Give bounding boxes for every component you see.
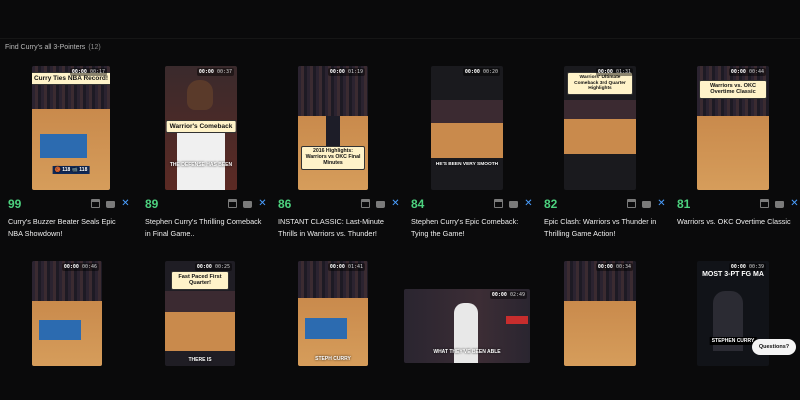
timestamp: 00:00 00:17 [69,68,107,76]
thumbnail-overlay-text: WHAT THEY'VE BEEN ABLE [433,349,501,355]
timestamp: 00:00 00:46 [61,263,99,271]
thumbnail-caption: Warriors vs. OKC Overtime Classic [699,80,767,99]
timestamp: 00:00 00:20 [462,68,500,76]
card-meta: 99 ✕ [8,197,132,211]
relevance-score: 99 [8,197,22,211]
video-thumbnail[interactable]: 00:00 00:34 [564,261,636,366]
video-thumbnail[interactable]: Warriors' Ultimate Comeback 3rd Quarter … [564,66,636,190]
timestamp: 00:00 01:19 [327,68,365,76]
video-thumbnail[interactable]: 00:00 00:46 [32,261,102,366]
video-card[interactable]: WHAT THEY'VE BEEN ABLE 00:00 02:49 [404,261,530,366]
thumbnail-caption: Warrior's Comeback [165,120,237,134]
video-title[interactable]: Curry's Buzzer Beater Seals Epic NBA Sho… [8,216,132,240]
close-icon[interactable]: ✕ [258,199,267,209]
close-icon[interactable]: ✕ [790,199,799,209]
thumbnail-overlay-text: STEPHEN CURRY [709,337,757,345]
calendar-icon[interactable] [627,199,636,208]
bag-icon[interactable] [376,201,385,208]
calendar-icon[interactable] [760,199,769,208]
timestamp: 00:00 00:25 [194,263,232,271]
calendar-icon[interactable] [494,199,503,208]
card-meta: 86 ✕ [278,197,402,211]
video-card[interactable]: 00:00 00:46 [8,261,132,366]
video-title[interactable]: Epic Clash: Warriors vs Thunder in Thril… [544,216,668,240]
video-thumbnail[interactable]: 2016 Highlights: Warriors vs OKC Final M… [298,66,368,190]
video-thumbnail[interactable]: Fast Paced First Quarter! THERE IS 00:00… [165,261,235,366]
close-icon[interactable]: ✕ [524,199,533,209]
bag-icon[interactable] [775,201,784,208]
thumbnail-overlay-text: STEPH CURRY [315,356,351,362]
video-title[interactable]: Stephen Curry's Epic Comeback: Tying the… [411,216,535,240]
close-icon[interactable]: ✕ [657,199,666,209]
close-icon[interactable]: ✕ [121,199,130,209]
search-header: Find Curry's all 3-Pointers (12) [5,44,101,51]
relevance-score: 84 [411,197,425,211]
thumbnail-overlay-text: HE'S BEEN VERY SMOOTH [435,162,499,167]
relevance-score: 86 [278,197,292,211]
video-thumbnail[interactable]: STEPH CURRY 00:00 01:41 [298,261,368,366]
video-thumbnail[interactable]: Curry Ties NBA Record! 🏀 118 📹 118 00:00… [32,66,110,190]
thumbnail-overlay-text: THERE IS [188,357,212,363]
video-title[interactable]: Warriors vs. OKC Overtime Classic [677,216,800,228]
timestamp: 00:00 00:34 [595,263,633,271]
top-bar [0,0,800,39]
scoreboard-overlay: 🏀 118 📹 118 [52,166,90,174]
search-title: Find Curry's all 3-Pointers [5,44,86,51]
timestamp: 00:00 02:49 [489,291,527,299]
thumbnail-caption: MOST 3-PT FG MA [702,271,764,278]
questions-button[interactable]: Questions? [752,339,796,355]
video-card[interactable]: Fast Paced First Quarter! THERE IS 00:00… [145,261,269,366]
thumbnail-caption: Fast Paced First Quarter! [171,271,229,290]
timestamp: 00:00 00:39 [728,263,766,271]
bag-icon[interactable] [509,201,518,208]
relevance-score: 82 [544,197,558,211]
calendar-icon[interactable] [91,199,100,208]
video-thumbnail[interactable]: HE'S BEEN VERY SMOOTH 00:00 00:20 [431,66,503,190]
video-title[interactable]: Stephen Curry's Thrilling Comeback in Fi… [145,216,269,240]
result-count: (12) [88,44,101,51]
thumbnail-overlay-text: THE DEFENSE HAS BEEN [169,162,233,168]
video-thumbnail[interactable]: Warrior's Comeback THE DEFENSE HAS BEEN … [165,66,237,190]
bag-icon[interactable] [243,201,252,208]
timestamp: 00:00 00:37 [196,68,234,76]
thumbnail-caption: 2016 Highlights: Warriors vs OKC Final M… [301,146,365,170]
bag-icon[interactable] [106,201,115,208]
bag-icon[interactable] [642,201,651,208]
timestamp: 00:00 01:31 [595,68,633,76]
timestamp: 00:00 01:41 [327,263,365,271]
card-meta: 81 ✕ [677,197,800,211]
timestamp: 00:00 00:44 [728,68,766,76]
close-icon[interactable]: ✕ [391,199,400,209]
relevance-score: 89 [145,197,159,211]
card-meta: 82 ✕ [544,197,668,211]
video-thumbnail[interactable]: Warriors vs. OKC Overtime Classic 00:00 … [697,66,769,190]
card-meta: 89 ✕ [145,197,269,211]
video-thumbnail[interactable]: WHAT THEY'VE BEEN ABLE 00:00 02:49 [404,289,530,363]
video-card[interactable]: STEPH CURRY 00:00 01:41 [278,261,402,366]
calendar-icon[interactable] [361,199,370,208]
relevance-score: 81 [677,197,691,211]
calendar-icon[interactable] [228,199,237,208]
card-meta: 84 ✕ [411,197,535,211]
video-card[interactable]: 00:00 00:34 [544,261,668,366]
bottom-bar [0,366,800,400]
video-title[interactable]: INSTANT CLASSIC: Last-Minute Thrills in … [278,216,402,240]
